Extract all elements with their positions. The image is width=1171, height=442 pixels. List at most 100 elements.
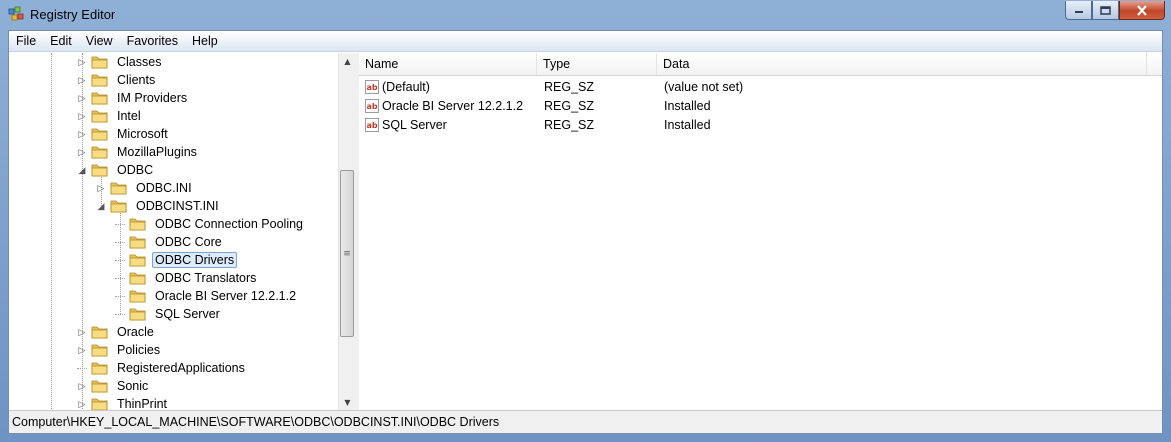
expand-arrow-icon[interactable]: ▷ (77, 327, 87, 337)
value-name: Oracle BI Server 12.2.1.2 (382, 99, 524, 113)
tree-item-label: MozillaPlugins (117, 145, 197, 159)
status-bar: Computer\HKEY_LOCAL_MACHINE\SOFTWARE\ODB… (9, 410, 1162, 433)
expand-arrow-icon[interactable]: ▷ (77, 75, 87, 85)
registry-key-tree[interactable]: ▷ Classes ▷ Clients ▷ IM Providers ▷ Intel ▷ Micr… (11, 53, 349, 411)
folder-icon (91, 146, 108, 159)
expand-arrow-icon[interactable]: ▷ (77, 381, 87, 391)
tree-item-label: Sonic (117, 379, 149, 393)
close-icon (1137, 4, 1147, 16)
tree-item[interactable]: ▷ IM Providers (77, 89, 190, 107)
expand-arrow-icon[interactable]: ▷ (77, 399, 87, 409)
tree-item-label: Classes (117, 55, 162, 69)
column-header-data[interactable]: Data (657, 53, 1147, 75)
string-value-icon: ab (365, 80, 379, 94)
values-list[interactable]: Name Type Data ab (Default) REG_SZ (value n… (359, 53, 1162, 411)
tree-connector (115, 273, 125, 283)
tree-connector (115, 309, 125, 319)
tree-item[interactable]: RegisteredApplications (77, 359, 248, 377)
table-row[interactable]: ab Oracle BI Server 12.2.1.2 REG_SZ Install… (359, 97, 1162, 116)
menu-favorites[interactable]: Favorites (120, 34, 185, 48)
menu-help[interactable]: Help (185, 34, 225, 48)
tree-item[interactable]: ▷ Sonic (77, 377, 151, 395)
svg-text:ab: ab (367, 102, 378, 111)
scroll-thumb[interactable]: ≡ (340, 170, 354, 337)
tree-item[interactable]: ODBC Core (115, 233, 225, 251)
column-header-name[interactable]: Name (359, 53, 537, 75)
folder-icon (91, 110, 108, 123)
minimize-icon (1074, 11, 1083, 13)
expand-arrow-icon[interactable]: ▷ (77, 147, 87, 157)
folder-icon (91, 380, 108, 393)
tree-item-label: ODBC Connection Pooling (155, 217, 303, 231)
registry-editor-window: Registry Editor File Edit View Favorites… (0, 0, 1171, 442)
maximize-button[interactable] (1092, 1, 1119, 20)
expand-arrow-icon[interactable]: ▷ (77, 57, 87, 67)
svg-text:ab: ab (367, 83, 378, 92)
list-header: Name Type Data (359, 53, 1162, 76)
folder-icon (129, 272, 146, 285)
caption-buttons (1065, 1, 1165, 21)
status-path: Computer\HKEY_LOCAL_MACHINE\SOFTWARE\ODB… (12, 415, 500, 429)
tree-item-label: ODBC Translators (155, 271, 257, 285)
minimize-button[interactable] (1065, 1, 1092, 20)
table-row[interactable]: ab (Default) REG_SZ (value not set) (359, 78, 1162, 97)
tree-item-label: ODBC Core (155, 235, 222, 249)
menu-edit[interactable]: Edit (43, 34, 79, 48)
registry-editor-icon (8, 6, 24, 21)
svg-text:ab: ab (367, 121, 378, 130)
collapse-arrow-icon[interactable]: ◢ (77, 165, 87, 175)
table-row[interactable]: ab SQL Server REG_SZ Installed (359, 116, 1162, 135)
tree-item[interactable]: ▷ Policies (77, 341, 163, 359)
close-button[interactable] (1119, 1, 1165, 20)
column-header-type[interactable]: Type (537, 53, 657, 75)
tree-item[interactable]: ▷ ODBC.INI (96, 179, 195, 197)
tree-item-label: Intel (117, 109, 141, 123)
tree-item-label: Oracle (117, 325, 154, 339)
tree-item-label: Policies (117, 343, 161, 357)
expand-arrow-icon[interactable]: ▷ (77, 93, 87, 103)
folder-icon (110, 182, 127, 195)
string-value-icon: ab (365, 118, 379, 132)
tree-item[interactable]: ▷ Clients (77, 71, 158, 89)
tree-item[interactable]: ▷ ThinPrint (77, 395, 170, 411)
value-type: REG_SZ (544, 118, 595, 132)
tree-item[interactable]: ODBC Drivers (115, 251, 238, 269)
value-name: SQL Server (382, 118, 447, 132)
tree-item-label: Oracle BI Server 12.2.1.2 (155, 289, 297, 303)
value-type: REG_SZ (544, 99, 595, 113)
tree-connector (115, 291, 125, 301)
menu-bar: File Edit View Favorites Help (9, 31, 1162, 52)
expand-arrow-icon[interactable]: ▷ (77, 111, 87, 121)
tree-item[interactable]: SQL Server (115, 305, 223, 323)
title-bar[interactable]: Registry Editor (0, 0, 1171, 30)
value-type: REG_SZ (544, 80, 595, 94)
tree-item[interactable]: ODBC Translators (115, 269, 259, 287)
tree-guide-line (51, 53, 52, 411)
menu-file[interactable]: File (9, 34, 43, 48)
expand-arrow-icon[interactable]: ▷ (77, 345, 87, 355)
folder-icon (91, 326, 108, 339)
tree-item[interactable]: ▷ Classes (77, 53, 164, 71)
tree-connector (115, 219, 125, 229)
folder-icon (91, 128, 108, 141)
tree-scrollbar[interactable]: ▲ ≡ ▼ (338, 53, 356, 411)
tree-item[interactable]: ▷ Oracle (77, 323, 157, 341)
tree-item[interactable]: ▷ MozillaPlugins (77, 143, 200, 161)
tree-item[interactable]: Oracle BI Server 12.2.1.2 (115, 287, 299, 305)
expand-arrow-icon[interactable]: ▷ (96, 183, 106, 193)
menu-view[interactable]: View (79, 34, 120, 48)
tree-item[interactable]: ▷ Microsoft (77, 125, 171, 143)
expand-arrow-icon[interactable]: ▷ (77, 129, 87, 139)
scroll-up-arrow-icon[interactable]: ▲ (339, 53, 356, 70)
tree-connector (115, 237, 125, 247)
folder-icon (91, 56, 108, 69)
folder-icon (91, 398, 108, 411)
tree-item[interactable]: ◢ ODBCINST.INI (96, 197, 222, 215)
collapse-arrow-icon[interactable]: ◢ (96, 201, 106, 211)
folder-icon (129, 254, 146, 267)
tree-item[interactable]: ODBC Connection Pooling (115, 215, 306, 233)
tree-item[interactable]: ▷ Intel (77, 107, 144, 125)
tree-item-label: ODBC Drivers (152, 252, 238, 268)
tree-item[interactable]: ◢ ODBC (77, 161, 156, 179)
scroll-down-arrow-icon[interactable]: ▼ (339, 394, 356, 411)
